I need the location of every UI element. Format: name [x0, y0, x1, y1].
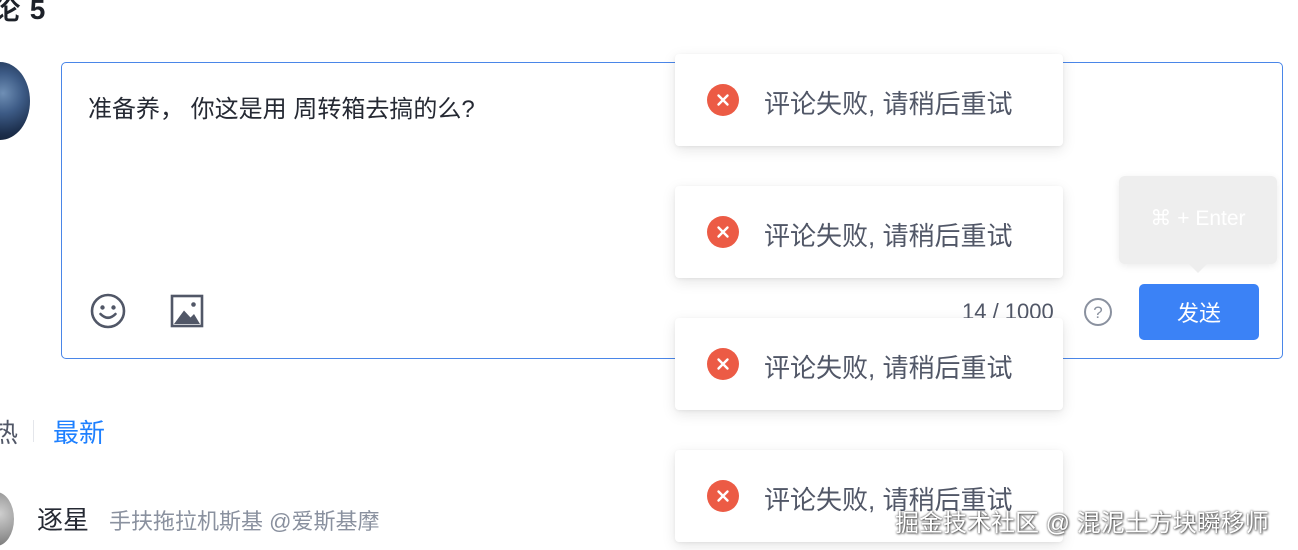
- comment-input[interactable]: 准备养， 你这是用 周转箱去搞的么?: [88, 89, 475, 124]
- error-toast: 评论失败, 请稍后重试: [675, 186, 1063, 278]
- toast-message: 评论失败, 请稍后重试: [764, 353, 1013, 383]
- comment-avatar[interactable]: [0, 492, 14, 546]
- help-icon[interactable]: ?: [1083, 297, 1113, 327]
- image-icon[interactable]: [167, 291, 207, 331]
- watermark: 掘金技术社区 @ 混泥土方块瞬移师: [895, 510, 1269, 537]
- section-title: 论 5: [0, 0, 47, 25]
- svg-text:?: ?: [1093, 303, 1102, 322]
- send-button[interactable]: 发送: [1139, 284, 1259, 340]
- comment-editor[interactable]: 准备养， 你这是用 周转箱去搞的么? 14 / 1000 ? 发送: [61, 62, 1283, 359]
- emoji-icon[interactable]: [88, 291, 128, 331]
- error-toast: 评论失败, 请稍后重试: [675, 318, 1063, 410]
- error-toast: 评论失败, 请稍后重试: [675, 54, 1063, 146]
- error-icon: [707, 84, 739, 116]
- sort-latest-tab[interactable]: 最新: [53, 413, 105, 450]
- current-user-avatar: [0, 62, 30, 140]
- comment-meta: 手扶拖拉机斯基 @爱斯基摩: [109, 509, 380, 534]
- tooltip-arrow: [1189, 264, 1207, 273]
- comment-author[interactable]: 逐星: [37, 500, 89, 537]
- sort-hot-tab[interactable]: 热: [0, 413, 18, 450]
- toast-message: 评论失败, 请稍后重试: [764, 89, 1013, 119]
- error-icon: [707, 216, 739, 248]
- error-icon: [707, 348, 739, 380]
- error-icon: [707, 480, 739, 512]
- shortcut-tooltip: ⌘ + Enter: [1119, 176, 1277, 273]
- shortcut-tooltip-text: ⌘ + Enter: [1150, 207, 1246, 230]
- toast-message: 评论失败, 请稍后重试: [764, 221, 1013, 251]
- sort-divider: [33, 420, 34, 442]
